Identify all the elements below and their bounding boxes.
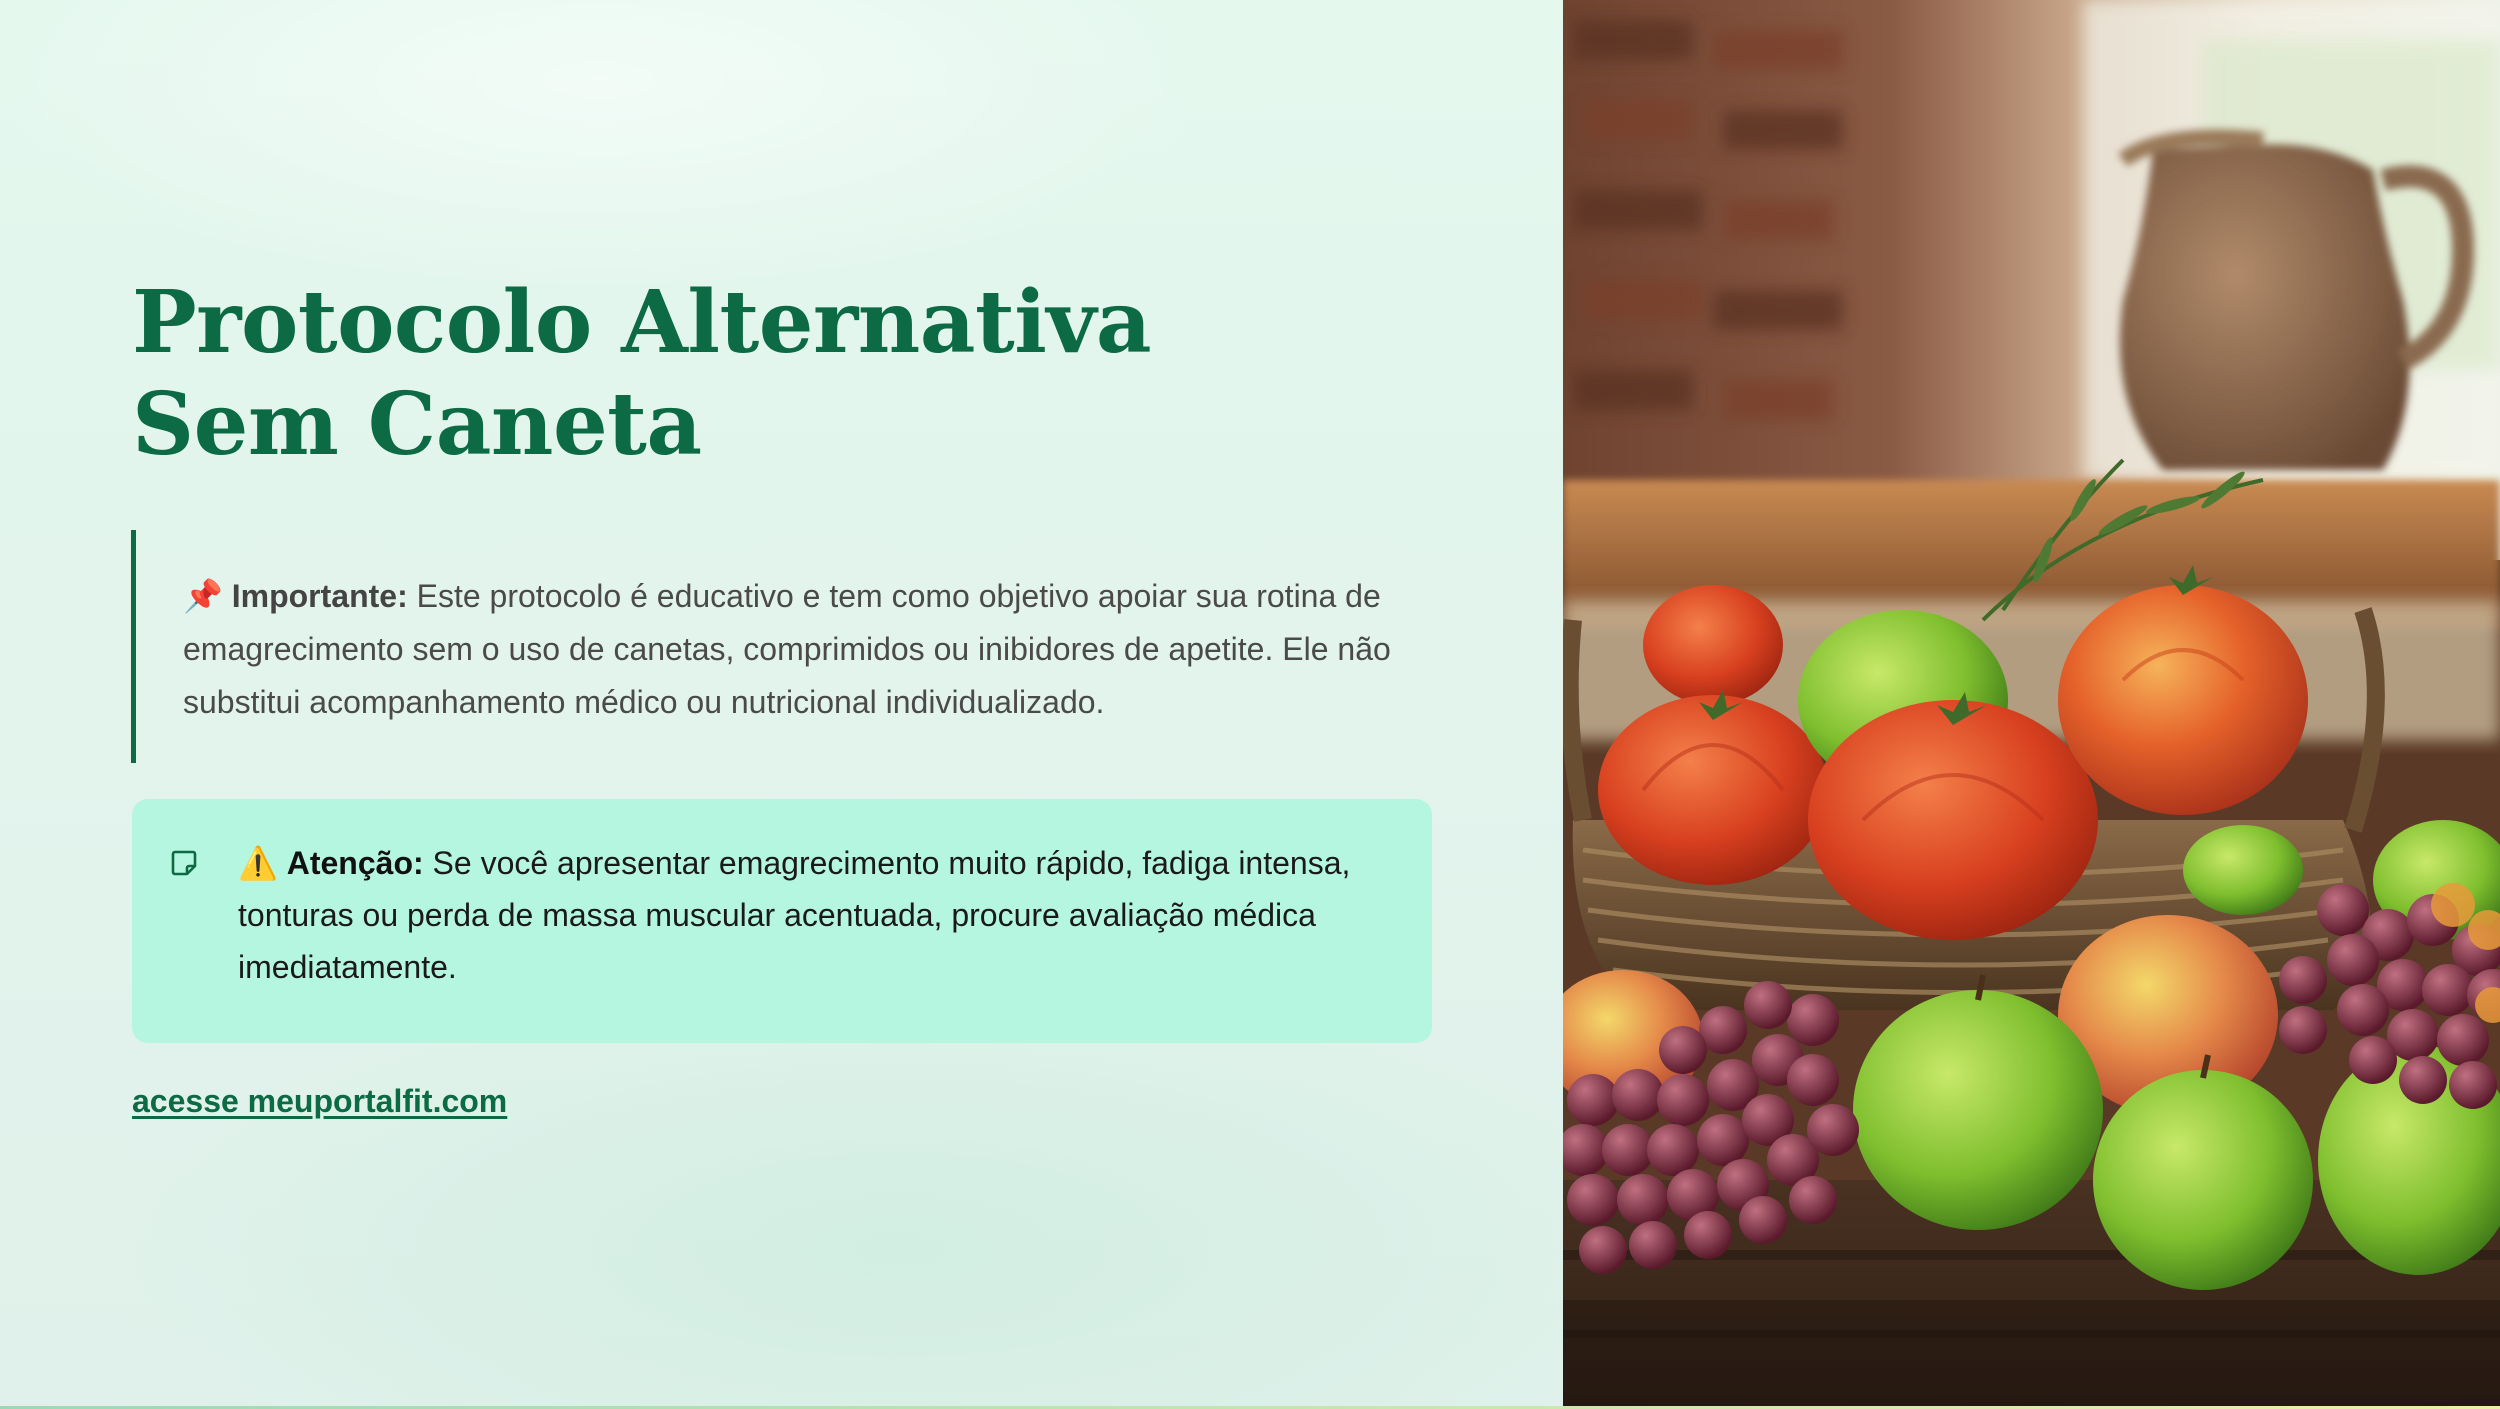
content-panel: Protocolo Alternativa Sem Caneta 📌 Impor… (0, 0, 1563, 1409)
important-callout: 📌 Importante: Este protocolo é educativo… (131, 530, 1431, 763)
important-paragraph: 📌 Importante: Este protocolo é educativo… (183, 570, 1428, 729)
attention-label: Atenção: (286, 845, 424, 881)
note-icon (171, 850, 197, 876)
page-title: Protocolo Alternativa Sem Caneta (132, 272, 1152, 475)
fruit-basket-photo (1563, 0, 2500, 1409)
pushpin-icon: 📌 (183, 578, 223, 614)
important-label: Importante: (231, 578, 408, 614)
attention-callout: ⚠️ Atenção: Se você apresentar emagrecim… (132, 799, 1432, 1043)
slide: Protocolo Alternativa Sem Caneta 📌 Impor… (0, 0, 2500, 1409)
warning-icon: ⚠️ (238, 845, 278, 881)
attention-paragraph: ⚠️ Atenção: Se você apresentar emagrecim… (238, 837, 1413, 993)
website-link[interactable]: acesse meuportalfit.com (132, 1083, 507, 1120)
